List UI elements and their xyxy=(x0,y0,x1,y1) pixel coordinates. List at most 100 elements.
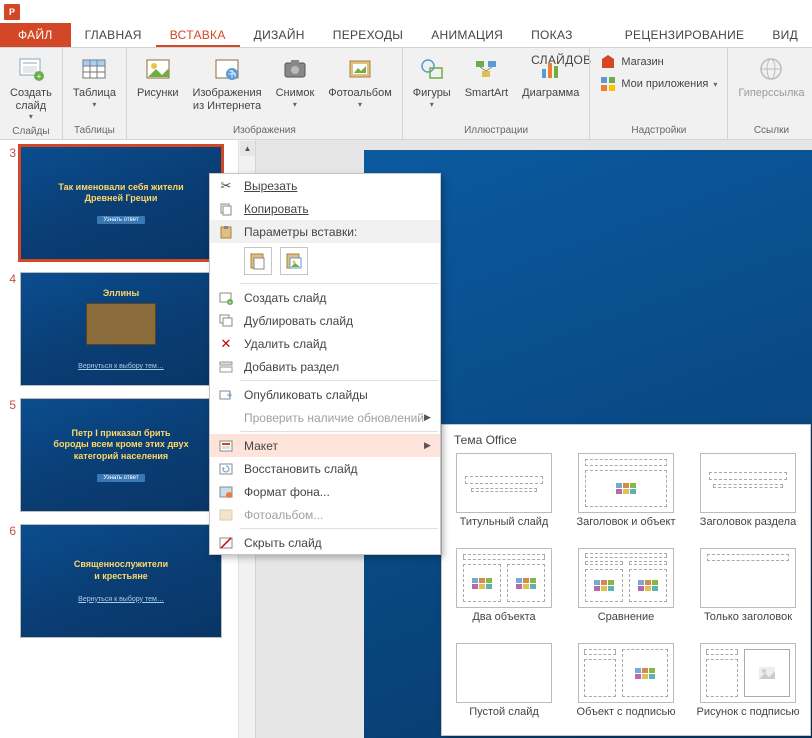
slide-thumbnail-4[interactable]: Эллины Вернуться к выбору тем… xyxy=(20,272,222,386)
smartart-label: SmartArt xyxy=(465,87,508,100)
group-label-illustrations: Иллюстрации xyxy=(464,123,528,139)
hyperlink-label: Гиперссылка xyxy=(738,87,804,100)
group-label-images: Изображения xyxy=(233,123,296,139)
ribbon-group-illustrations: Фигуры ▾ SmartArt Диаграмма Иллюстрации xyxy=(403,48,591,139)
cm-cut[interactable]: ✂ Вырезать xyxy=(210,174,440,197)
format-bg-icon xyxy=(214,482,238,502)
slide-number: 5 xyxy=(6,398,20,412)
thumb-title: Священнослужители и крестьяне xyxy=(74,559,168,582)
table-label: Таблица xyxy=(73,87,116,100)
layout-section-header[interactable]: Заголовок раздела xyxy=(696,453,800,542)
thumb-image xyxy=(86,303,156,345)
cm-format-background[interactable]: Формат фона... xyxy=(210,480,440,503)
cm-publish-slides[interactable]: Опубликовать слайды xyxy=(210,383,440,406)
cm-album-label: Фотоальбом... xyxy=(238,508,440,522)
blank-icon xyxy=(214,408,238,428)
layout-blank[interactable]: Пустой слайд xyxy=(452,643,556,732)
separator xyxy=(240,431,438,432)
slide-thumbnail-5[interactable]: Петр I приказал брить бороды всем кроме … xyxy=(20,398,222,512)
layout-comparison[interactable]: Сравнение xyxy=(574,548,678,637)
layout-thumb xyxy=(456,453,552,513)
cm-duplicate-label: Дублировать слайд xyxy=(238,314,440,328)
screenshot-label: Снимок xyxy=(276,87,315,100)
scroll-up-button[interactable]: ▲ xyxy=(240,141,255,156)
apps-icon xyxy=(600,76,616,92)
layout-thumb xyxy=(578,548,674,608)
smartart-button[interactable]: SmartArt xyxy=(459,50,514,103)
cm-hide-slide[interactable]: Скрыть слайд xyxy=(210,531,440,554)
cm-duplicate-slide[interactable]: Дублировать слайд xyxy=(210,309,440,332)
cm-new-slide[interactable]: + Создать слайд xyxy=(210,286,440,309)
my-apps-button[interactable]: Мои приложения ▾ xyxy=(594,74,723,94)
online-pictures-button[interactable]: Изображения из Интернета xyxy=(186,50,267,115)
store-button[interactable]: Магазин xyxy=(594,52,723,72)
paste-picture[interactable] xyxy=(280,247,308,275)
separator xyxy=(240,528,438,529)
shapes-button[interactable]: Фигуры ▾ xyxy=(407,50,457,112)
publish-icon xyxy=(214,385,238,405)
cm-reset-label: Восстановить слайд xyxy=(238,462,440,476)
chevron-right-icon: ▶ xyxy=(424,440,440,451)
cm-section-label: Добавить раздел xyxy=(238,360,440,374)
paste-keep-formatting[interactable] xyxy=(244,247,272,275)
cm-copy[interactable]: Копировать xyxy=(210,197,440,220)
layout-thumb xyxy=(456,548,552,608)
slide-number: 3 xyxy=(6,146,20,160)
cm-reset-slide[interactable]: Восстановить слайд xyxy=(210,457,440,480)
separator xyxy=(240,283,438,284)
hyperlink-button[interactable]: Гиперссылка xyxy=(732,50,810,103)
layout-content-caption[interactable]: Объект с подписью xyxy=(574,643,678,732)
cm-delete-slide[interactable]: ✕ Удалить слайд xyxy=(210,332,440,355)
chevron-right-icon: ▶ xyxy=(424,412,440,423)
layout-thumb xyxy=(700,453,796,513)
tab-animation[interactable]: АНИМАЦИЯ xyxy=(417,23,517,47)
layout-two-content[interactable]: Два объекта xyxy=(452,548,556,637)
svg-text:+: + xyxy=(37,72,42,81)
paste-icon xyxy=(214,222,238,242)
gallery-grid: Титульный слайд Заголовок и объект Загол… xyxy=(452,453,800,732)
ribbon-tabs: ФАЙЛ ГЛАВНАЯ ВСТАВКА ДИЗАЙН ПЕРЕХОДЫ АНИ… xyxy=(0,23,812,48)
picture-icon xyxy=(142,53,174,85)
cm-check-updates: Проверить наличие обновлений ▶ xyxy=(210,406,440,429)
new-slide-button[interactable]: + Создать слайд ▾ xyxy=(4,50,58,124)
cm-layout[interactable]: Макет ▶ xyxy=(210,434,440,457)
tab-file[interactable]: ФАЙЛ xyxy=(0,23,71,47)
group-label-addins: Надстройки xyxy=(631,123,686,139)
table-button[interactable]: Таблица ▾ xyxy=(67,50,122,112)
slide-thumbnail-3[interactable]: Так именовали себя жители Древней Греции… xyxy=(20,146,222,260)
tab-slideshow[interactable]: ПОКАЗ СЛАЙДОВ xyxy=(517,23,611,47)
online-pictures-label: Изображения из Интернета xyxy=(192,87,261,112)
layout-label: Только заголовок xyxy=(704,611,792,637)
layout-title-only[interactable]: Только заголовок xyxy=(696,548,800,637)
group-label-slides: Слайды xyxy=(12,124,49,140)
tab-insert[interactable]: ВСТАВКА xyxy=(156,23,240,47)
tab-review[interactable]: РЕЦЕНЗИРОВАНИЕ xyxy=(611,23,759,47)
tab-view[interactable]: ВИД xyxy=(758,23,812,47)
layout-label: Объект с подписью xyxy=(577,706,676,732)
layout-picture-caption[interactable]: Рисунок с подписью xyxy=(696,643,800,732)
thumb-link: Вернуться к выбору тем… xyxy=(78,596,164,603)
photo-album-button[interactable]: Фотоальбом ▾ xyxy=(322,50,398,112)
cm-copy-label: Копировать xyxy=(244,202,309,216)
tab-home[interactable]: ГЛАВНАЯ xyxy=(71,23,156,47)
cm-new-slide-label: Создать слайд xyxy=(238,291,440,305)
chart-button[interactable]: Диаграмма xyxy=(516,50,585,103)
tab-transitions[interactable]: ПЕРЕХОДЫ xyxy=(319,23,417,47)
shapes-icon xyxy=(416,53,448,85)
layout-label: Сравнение xyxy=(598,611,655,637)
slide-context-menu: ✂ Вырезать Копировать Параметры вставки:… xyxy=(209,173,441,555)
slide-thumbnail-6[interactable]: Священнослужители и крестьяне Вернуться … xyxy=(20,524,222,638)
pictures-button[interactable]: Рисунки xyxy=(131,50,185,103)
cm-add-section[interactable]: Добавить раздел xyxy=(210,355,440,378)
layout-title-slide[interactable]: Титульный слайд xyxy=(452,453,556,542)
new-slide-icon: + xyxy=(15,53,47,85)
layout-title-content[interactable]: Заголовок и объект xyxy=(574,453,678,542)
layout-thumb xyxy=(578,643,674,703)
chevron-down-icon: ▾ xyxy=(29,112,33,121)
group-label-links: Ссылки xyxy=(754,123,789,139)
duplicate-icon xyxy=(214,311,238,331)
layout-thumb xyxy=(700,548,796,608)
screenshot-button[interactable]: Снимок ▾ xyxy=(270,50,321,112)
slide-number: 4 xyxy=(6,272,20,286)
tab-design[interactable]: ДИЗАЙН xyxy=(240,23,319,47)
